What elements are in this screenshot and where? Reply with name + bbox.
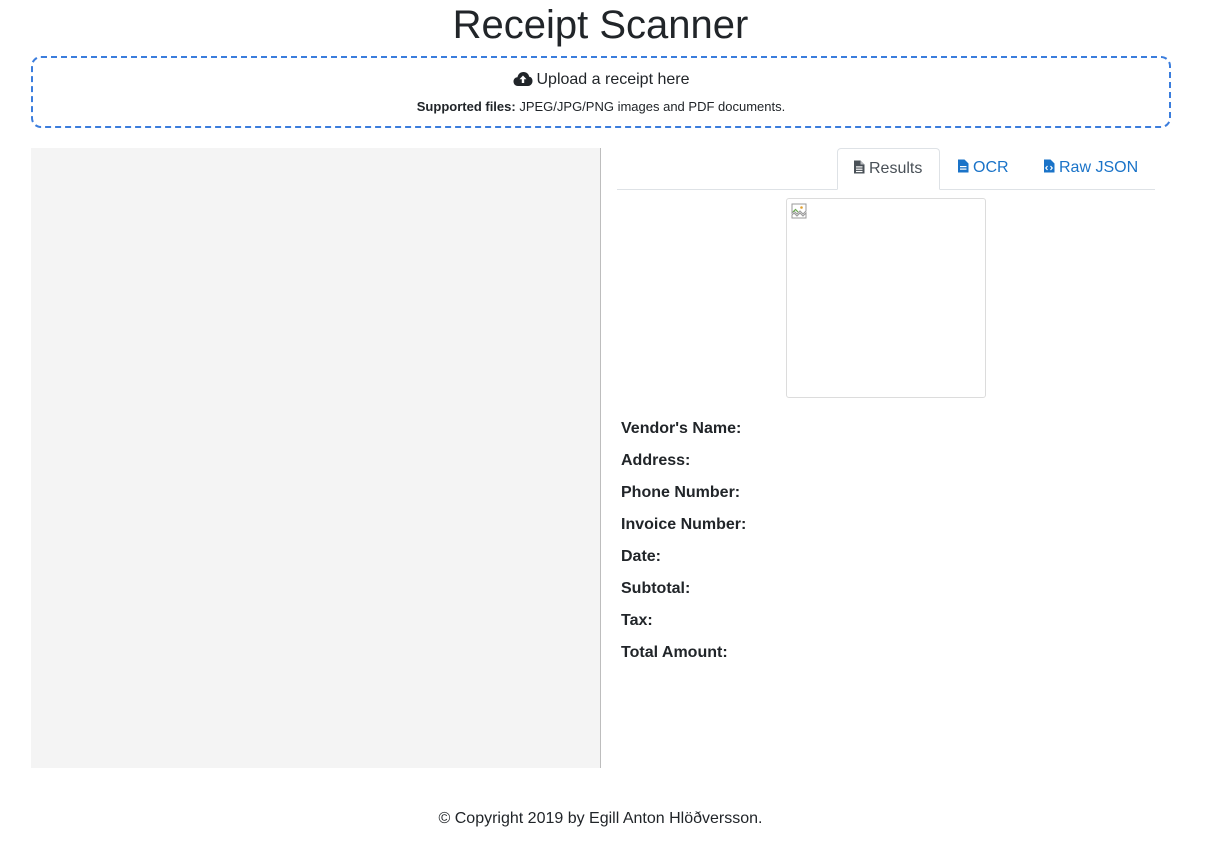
tab-results-label: Results [869, 160, 923, 177]
file-text-icon [853, 150, 865, 190]
tab-ocr-label: OCR [973, 159, 1009, 176]
file-icon [957, 149, 969, 189]
field-phone-number: Phone Number: [621, 484, 741, 501]
field-invoice-number: Invoice Number: [621, 516, 747, 533]
broken-image-icon [791, 203, 807, 219]
tab-ocr[interactable]: OCR [957, 148, 1009, 188]
tab-raw-json[interactable]: Raw JSON [1043, 148, 1138, 188]
receipt-thumbnail [786, 198, 986, 398]
result-tabs: Results OCR Raw JSON [617, 148, 1155, 190]
upload-prompt: Upload a receipt here [33, 70, 1169, 93]
page: Receipt Scanner Upload a receipt here Su… [0, 0, 1221, 866]
field-subtotal: Subtotal: [621, 580, 691, 597]
tab-raw-json-label: Raw JSON [1059, 159, 1139, 176]
field-tax: Tax: [621, 612, 653, 629]
field-vendor-name: Vendor's Name: [621, 420, 742, 437]
upload-label: Upload a receipt here [536, 71, 690, 88]
field-address: Address: [621, 452, 691, 469]
page-title: Receipt Scanner [452, 3, 749, 47]
supported-files-note: Supported files: JPEG/JPG/PNG images and… [33, 99, 1169, 115]
footer-copyright: © Copyright 2019 by Egill Anton Hlöðvers… [438, 810, 763, 827]
cloud-upload-icon [513, 71, 533, 93]
file-code-icon [1043, 149, 1055, 189]
field-date: Date: [621, 548, 662, 565]
upload-dropzone[interactable]: Upload a receipt here Supported files: J… [31, 56, 1171, 128]
supported-files-text: JPEG/JPG/PNG images and PDF documents. [515, 99, 786, 114]
receipt-preview-panel [31, 148, 601, 768]
field-total-amount: Total Amount: [621, 644, 728, 661]
tab-results[interactable]: Results [837, 148, 940, 190]
supported-files-label: Supported files: [416, 99, 516, 114]
results-fields: Vendor's Name: Address: Phone Number: In… [621, 418, 1141, 674]
